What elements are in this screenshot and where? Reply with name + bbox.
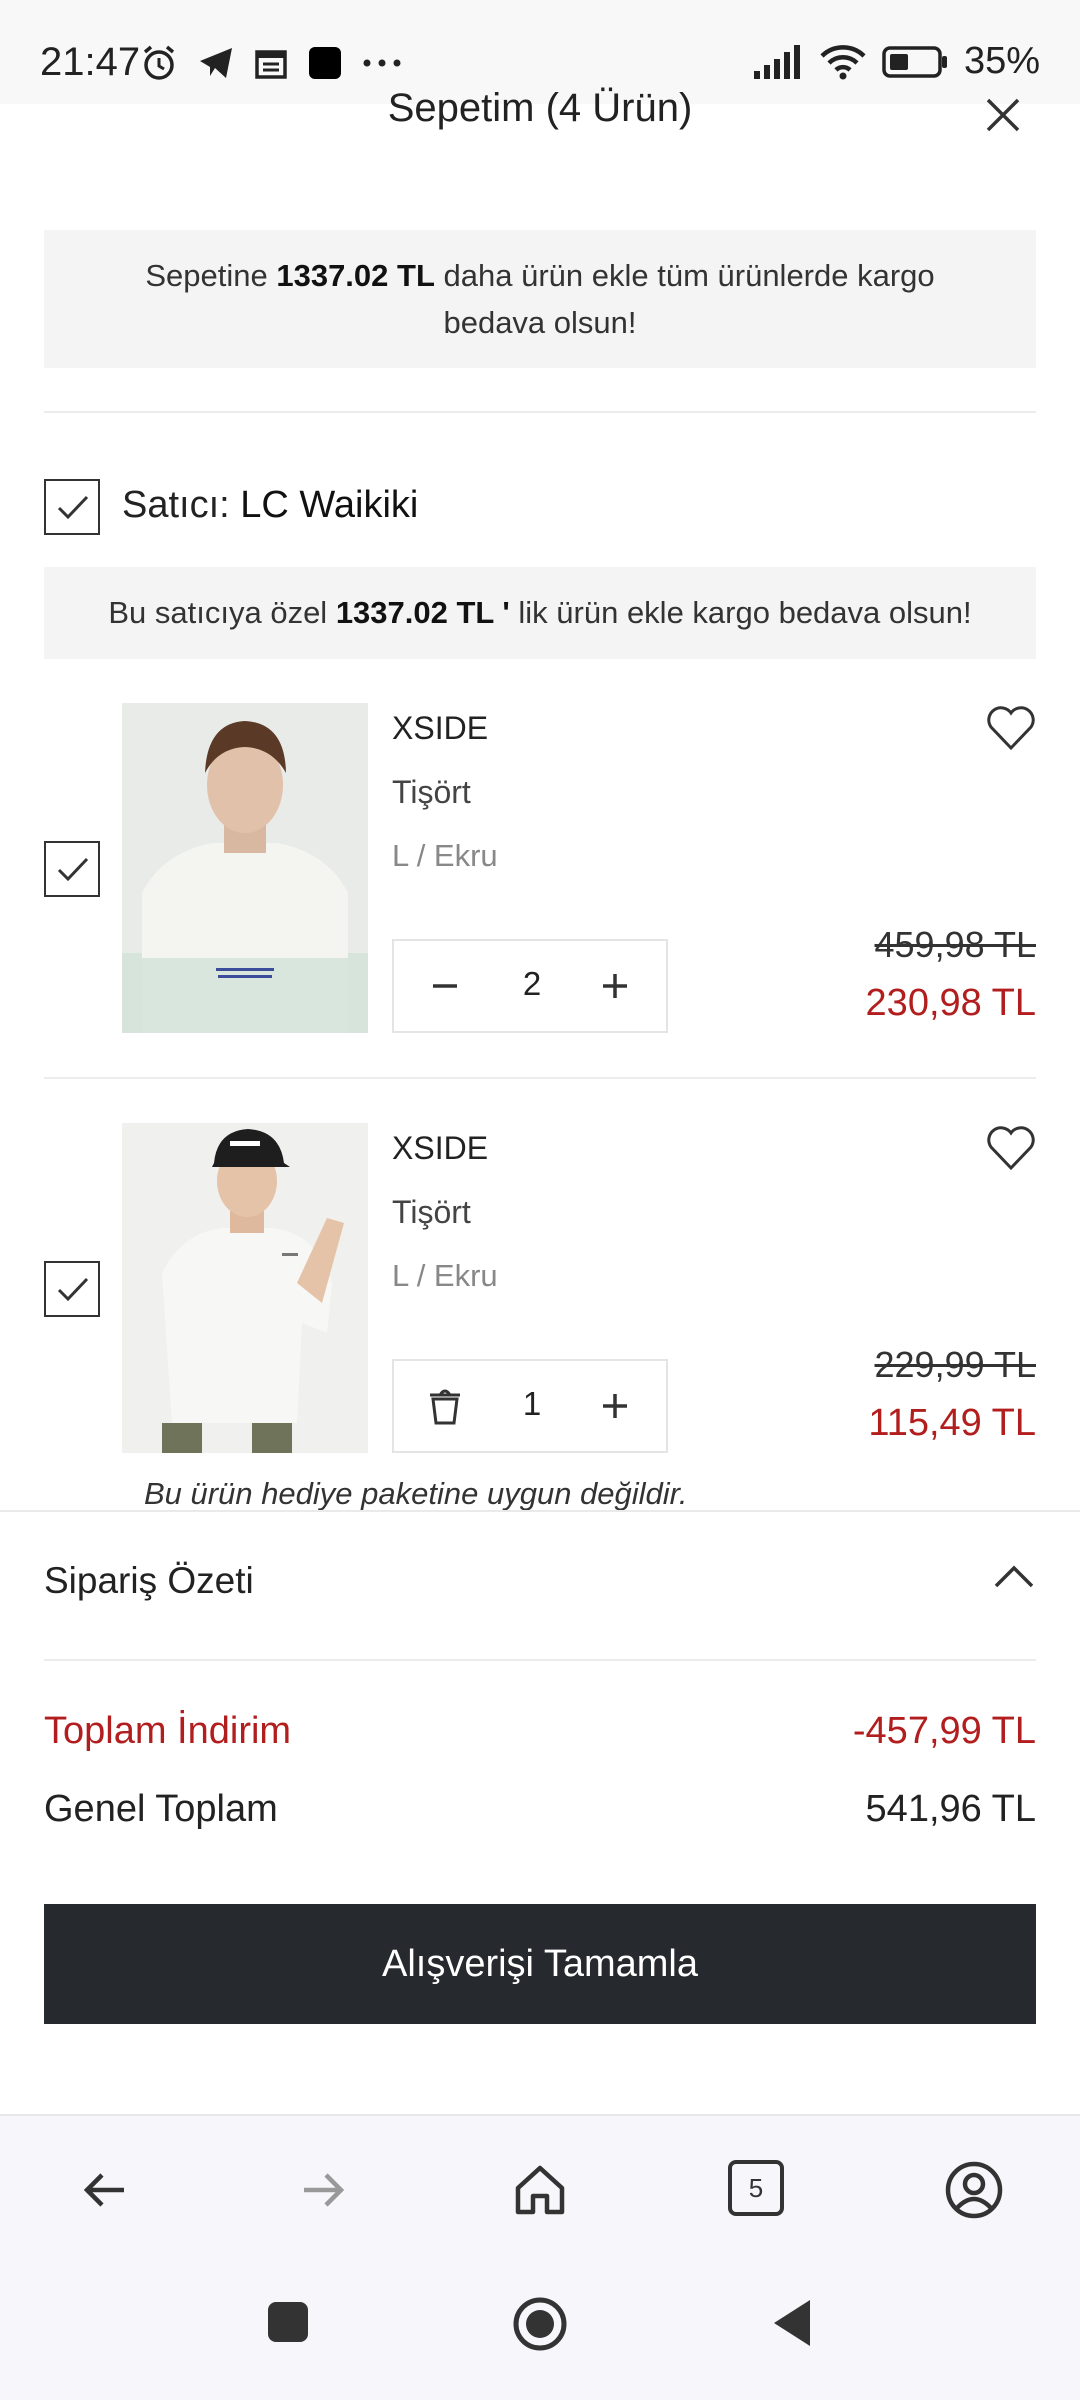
checkmark-icon	[57, 1277, 89, 1302]
increase-quantity-button[interactable]	[592, 1383, 638, 1429]
seller-prefix: Satıcı:	[122, 484, 241, 526]
seller-banner-amount: 1337.02 TL '	[335, 595, 510, 630]
original-price: 459,98 TL	[874, 924, 1036, 965]
divider	[44, 411, 1036, 413]
product-image[interactable]	[122, 703, 368, 1033]
plus-icon	[603, 1394, 627, 1418]
grand-total-label: Genel Toplam	[44, 1788, 278, 1830]
favorite-button[interactable]	[986, 705, 1036, 751]
heart-icon	[987, 1126, 1035, 1171]
close-button[interactable]	[978, 90, 1028, 140]
divider	[44, 1077, 1036, 1079]
product-name[interactable]: Tişört	[392, 1194, 471, 1231]
order-summary-panel: Sipariş Özeti Toplam İndirim -457,99 TL …	[0, 1510, 1080, 2116]
tabs-button[interactable]: 5	[728, 2160, 784, 2216]
shipping-banner-text-after: daha ürün ekle tüm ürünlerde kargo bedav…	[434, 258, 935, 340]
seller-checkbox[interactable]	[44, 479, 100, 535]
back-triangle-icon[interactable]	[770, 2298, 814, 2348]
seller-label: Satıcı: LC Waikiki	[122, 484, 418, 527]
quantity-value[interactable]: 2	[494, 965, 570, 1003]
plus-icon	[603, 974, 627, 998]
seller-banner-text-after: lik ürün ekle kargo bedava olsun!	[509, 595, 972, 630]
order-summary-title[interactable]: Sipariş Özeti	[44, 1560, 254, 1602]
seller-name[interactable]: LC Waikiki	[240, 484, 418, 526]
forward-button[interactable]	[292, 2160, 352, 2220]
product-brand: XSIDE	[392, 1130, 489, 1166]
page-title: Sepetim (4 Ürün)	[387, 86, 693, 130]
favorite-button[interactable]	[986, 1125, 1036, 1171]
total-discount-value: -457,99 TL	[852, 1710, 1036, 1752]
seller-banner-text-before: Bu satıcıya özel	[108, 595, 336, 630]
shipping-banner-amount: 1337.02 TL	[276, 258, 435, 293]
discounted-price: 230,98 TL	[865, 982, 1036, 1024]
gift-package-note: Bu ürün hediye paketine uygun değildir.	[144, 1476, 688, 1511]
remove-item-button[interactable]	[422, 1383, 468, 1429]
minus-icon	[433, 984, 457, 988]
cart-header: Sepetim (4 Ürün)	[0, 70, 1080, 150]
grand-total-value: 541,96 TL	[865, 1788, 1036, 1830]
quantity-value[interactable]: 1	[494, 1385, 570, 1423]
collapse-summary-button[interactable]	[992, 1562, 1036, 1590]
browser-toolbar: 5	[0, 2114, 1080, 2260]
tab-count: 5	[728, 2160, 784, 2216]
arrow-right-icon	[304, 2173, 345, 2207]
quantity-stepper: 1	[392, 1359, 668, 1453]
decrease-quantity-button[interactable]	[422, 963, 468, 1009]
recent-apps-icon[interactable]	[266, 2300, 310, 2344]
account-icon	[945, 2161, 1003, 2219]
close-icon	[986, 98, 1020, 132]
checkmark-icon	[57, 857, 89, 882]
product-variant: L / Ekru	[392, 838, 498, 873]
system-navigation-bar	[0, 2260, 1080, 2400]
discounted-price: 115,49 TL	[868, 1402, 1036, 1444]
home-circle-icon[interactable]	[512, 2296, 568, 2352]
increase-quantity-button[interactable]	[592, 963, 638, 1009]
account-button[interactable]	[944, 2160, 1004, 2220]
product-variant: L / Ekru	[392, 1258, 498, 1293]
original-price: 229,99 TL	[874, 1344, 1036, 1385]
product-image[interactable]	[122, 1123, 368, 1453]
item-checkbox[interactable]	[44, 1261, 100, 1317]
shipping-banner-text-before: Sepetine	[145, 258, 277, 293]
seller-shipping-banner: Bu satıcıya özel 1337.02 TL ' lik ürün e…	[44, 567, 1036, 659]
home-button[interactable]	[510, 2160, 570, 2220]
item-checkbox[interactable]	[44, 841, 100, 897]
product-name[interactable]: Tişört	[392, 774, 471, 811]
free-shipping-banner: Sepetine 1337.02 TL daha ürün ekle tüm ü…	[44, 230, 1036, 368]
checkmark-icon	[57, 495, 89, 520]
heart-icon	[987, 706, 1035, 751]
chevron-up-icon	[994, 1565, 1034, 1588]
complete-purchase-button[interactable]: Alışverişi Tamamla	[44, 1904, 1036, 2024]
total-discount-label: Toplam İndirim	[44, 1710, 292, 1752]
product-brand: XSIDE	[392, 710, 489, 746]
arrow-left-icon	[83, 2173, 124, 2207]
quantity-stepper: 2	[392, 939, 668, 1033]
trash-icon	[430, 1389, 460, 1425]
divider	[44, 1659, 1036, 1661]
back-button[interactable]	[76, 2160, 136, 2220]
more-dots-icon	[363, 59, 401, 67]
home-icon	[515, 2165, 565, 2215]
